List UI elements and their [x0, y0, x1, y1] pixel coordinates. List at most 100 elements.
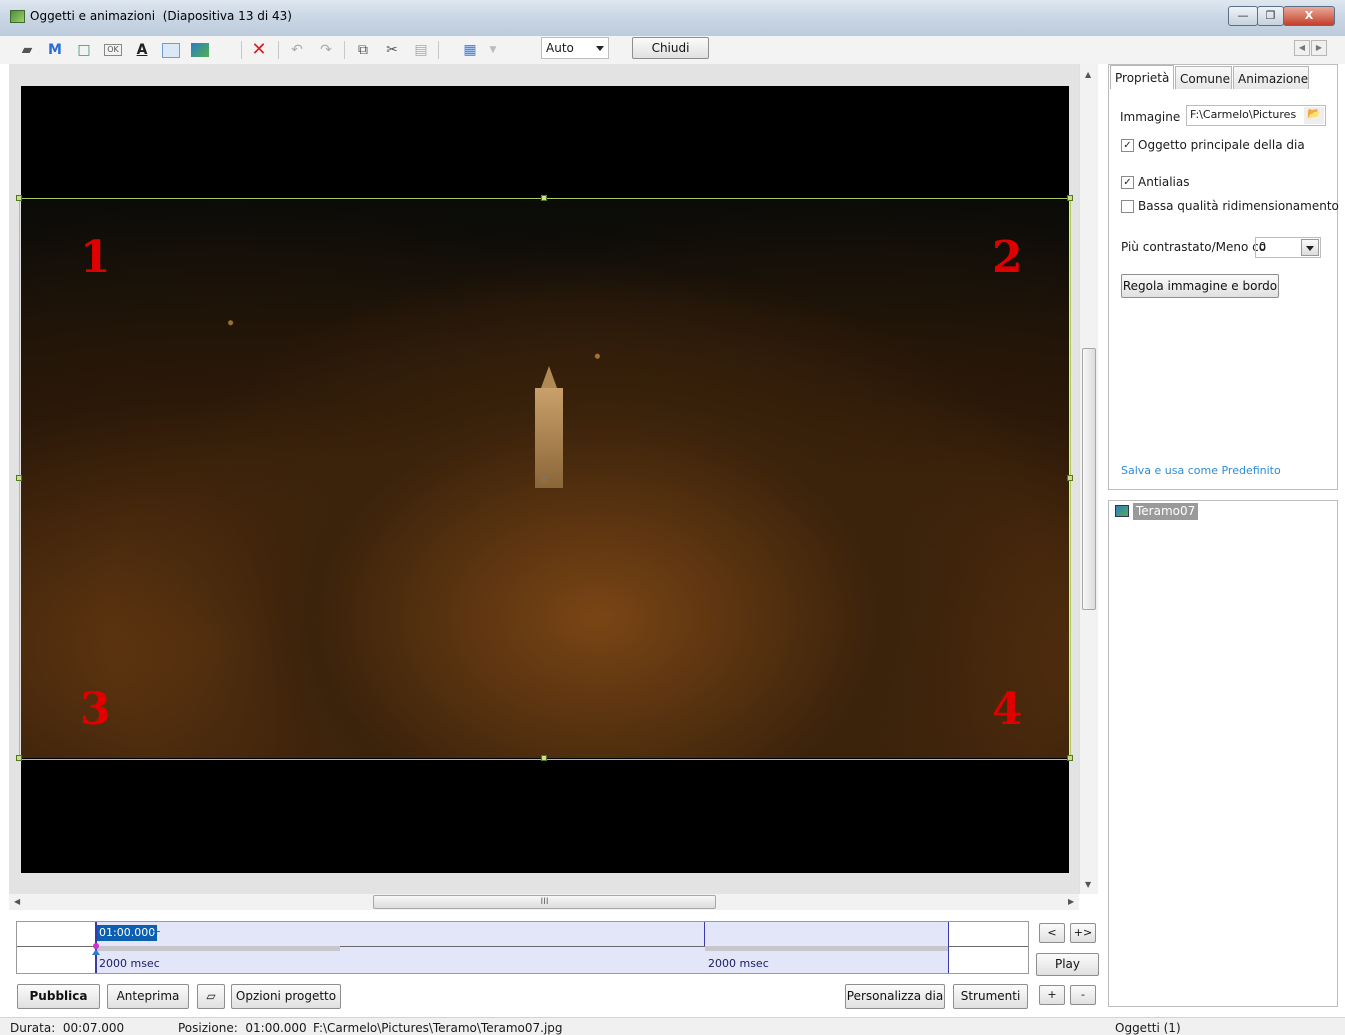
image-path-value: F:\Carmelo\Pictures: [1190, 108, 1297, 121]
low-quality-resize-checkbox[interactable]: [1121, 200, 1134, 213]
expand-button[interactable]: +>: [1070, 923, 1096, 943]
timeline-current-time[interactable]: 01:00.000: [97, 925, 158, 941]
horizontal-scroll-thumb[interactable]: III: [373, 895, 716, 909]
resize-handle-bottom-right[interactable]: [1067, 755, 1073, 761]
window-title-text: Oggetti e animazioni: [30, 9, 156, 23]
position-label: Posizione:: [178, 1021, 238, 1035]
segment-duration: 2000 msec: [708, 957, 769, 970]
contrast-value: 0: [1259, 240, 1266, 253]
save-default-link[interactable]: Salva e usa come Predefinito: [1121, 464, 1281, 477]
window-subtitle: (Diapositiva 13 di 43): [162, 9, 292, 23]
image-icon: [1115, 505, 1129, 517]
publish-button[interactable]: Pubblica: [17, 984, 100, 1009]
camera-icon[interactable]: ▰: [18, 41, 36, 59]
antialias-label: Antialias: [1138, 175, 1190, 189]
window-title: Oggetti e animazioni (Diapositiva 13 di …: [30, 9, 292, 23]
objects-list: [1108, 500, 1338, 1007]
image-path-field[interactable]: F:\Carmelo\Pictures 📂: [1186, 105, 1326, 126]
project-options-button[interactable]: Opzioni progetto: [231, 984, 341, 1009]
grid-dropdown-icon[interactable]: ▼: [484, 41, 502, 59]
preview-button[interactable]: Anteprima: [107, 984, 189, 1009]
prev-keyframe-button[interactable]: <: [1039, 923, 1065, 943]
resize-handle-right[interactable]: [1067, 475, 1073, 481]
playhead-marker[interactable]: [92, 943, 100, 955]
center-point-handle[interactable]: [541, 476, 547, 482]
keyframe-line[interactable]: [704, 922, 705, 946]
tab-animation[interactable]: Animazione: [1233, 66, 1309, 89]
nav-left-icon[interactable]: ◀: [1294, 40, 1310, 56]
paste-icon[interactable]: ▤: [412, 41, 430, 59]
app-icon: [10, 10, 25, 23]
slide-frame-icon: ▱: [206, 989, 216, 1003]
title-bar: Oggetti e animazioni (Diapositiva 13 di …: [0, 0, 1345, 36]
close-button[interactable]: Chiudi: [632, 37, 709, 59]
timeline-segment-bar: [705, 946, 948, 951]
keyframe-line[interactable]: [948, 922, 949, 973]
undo-icon[interactable]: ↶: [288, 41, 306, 59]
zoom-select[interactable]: Auto: [541, 37, 609, 59]
toolbar-separator: [241, 41, 242, 59]
folder-open-icon[interactable]: 📂: [1304, 107, 1324, 124]
resize-handle-bottom-left[interactable]: [16, 755, 22, 761]
remove-object-button[interactable]: -: [1070, 985, 1096, 1005]
timeline-plus: +: [152, 925, 162, 938]
main-object-label: Oggetto principale della dia: [1138, 138, 1305, 152]
text-a-icon[interactable]: A: [133, 41, 151, 59]
toolbar-separator: [278, 41, 279, 59]
scroll-left-icon[interactable]: ◀: [14, 897, 20, 906]
maximize-button[interactable]: ❐: [1257, 6, 1284, 26]
copy-icon[interactable]: ⧉: [354, 41, 372, 59]
toolbar-separator: [344, 41, 345, 59]
duration-label: Durata:: [10, 1021, 56, 1035]
chevron-down-icon[interactable]: [1301, 239, 1319, 256]
resize-handle-top[interactable]: [541, 195, 547, 201]
resize-handle-bottom[interactable]: [541, 755, 547, 761]
objects-count-status: Oggetti (1): [1115, 1021, 1181, 1035]
ok-button-icon[interactable]: OK: [104, 44, 122, 56]
timeline-segment-bar: [97, 946, 340, 951]
main-object-checkbox[interactable]: ✓: [1121, 139, 1134, 152]
tab-properties[interactable]: Proprietà: [1110, 65, 1174, 89]
resize-handle-left[interactable]: [16, 475, 22, 481]
resize-handle-top-right[interactable]: [1067, 195, 1073, 201]
vertical-scroll-thumb[interactable]: [1082, 348, 1096, 610]
m-text-icon[interactable]: M: [46, 41, 64, 59]
scroll-up-icon[interactable]: ▲: [1085, 70, 1091, 79]
slide-icon-button[interactable]: ▱: [197, 984, 225, 1009]
resize-handle-top-left[interactable]: [16, 195, 22, 201]
cut-icon[interactable]: ✂: [383, 41, 401, 59]
position-value: 01:00.000: [245, 1021, 307, 1035]
position-status: Posizione: 01:00.000: [178, 1021, 307, 1035]
frame-icon[interactable]: □: [75, 41, 93, 59]
toolbar-separator: [438, 41, 439, 59]
segment-duration: 2000 msec: [99, 957, 160, 970]
scroll-right-icon[interactable]: ▶: [1068, 897, 1074, 906]
file-path-status: F:\Carmelo\Pictures\Teramo\Teramo07.jpg: [313, 1021, 563, 1035]
adjust-image-border-button[interactable]: Regola immagine e bordo: [1121, 274, 1279, 298]
contrast-select[interactable]: 0: [1255, 237, 1321, 258]
list-item[interactable]: Teramo07: [1133, 503, 1199, 520]
grid-icon[interactable]: ▦: [461, 41, 479, 59]
contrast-label: Più contrastato/Meno co: [1121, 240, 1267, 254]
minimize-button[interactable]: —: [1228, 6, 1258, 26]
duration-status: Durata: 00:07.000: [10, 1021, 124, 1035]
corner-label-3: 3: [80, 684, 111, 735]
redo-icon[interactable]: ↷: [317, 41, 335, 59]
antialias-checkbox[interactable]: ✓: [1121, 176, 1134, 189]
tools-button[interactable]: Strumenti: [953, 984, 1028, 1009]
corner-label-1: 1: [80, 232, 111, 283]
add-object-button[interactable]: +: [1039, 985, 1065, 1005]
customize-slide-button[interactable]: Personalizza dia: [845, 984, 945, 1009]
close-window-button[interactable]: X: [1283, 6, 1335, 26]
nav-right-icon[interactable]: ▶: [1311, 40, 1327, 56]
play-button[interactable]: Play: [1036, 953, 1099, 976]
duration-value: 00:07.000: [62, 1021, 125, 1035]
zoom-value: Auto: [546, 41, 574, 55]
image-icon[interactable]: [191, 43, 209, 57]
rectangle-icon[interactable]: [162, 43, 180, 58]
tab-common[interactable]: Comune: [1175, 66, 1232, 89]
scroll-down-icon[interactable]: ▼: [1085, 880, 1091, 889]
chevron-down-icon: [596, 46, 604, 51]
delete-icon[interactable]: ✕: [250, 41, 268, 59]
corner-label-4: 4: [992, 684, 1023, 735]
